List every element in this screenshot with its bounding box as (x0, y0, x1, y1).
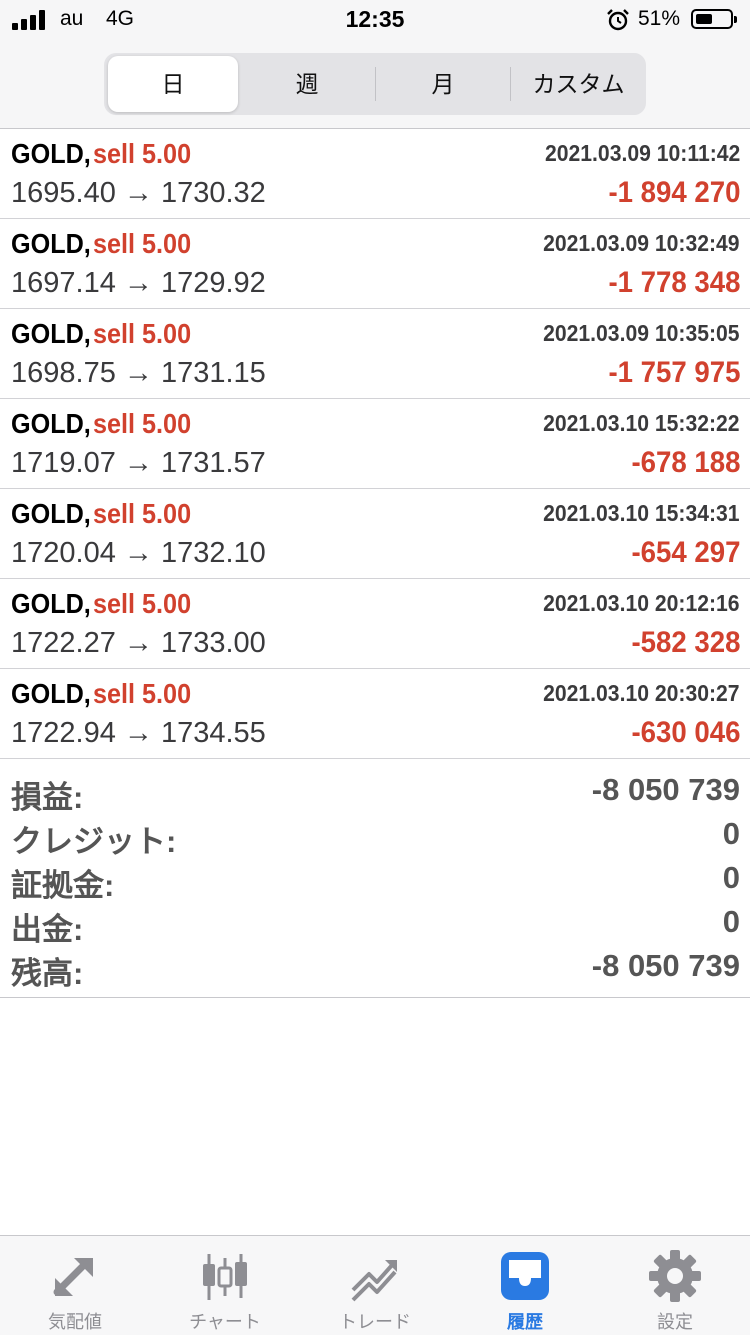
trade-row[interactable]: GOLD, sell 5.00 2021.03.09 10:32:49 1697… (0, 219, 750, 309)
trade-time: 2021.03.10 20:12:16 (543, 590, 740, 616)
trade-side: sell 5.00 (93, 408, 192, 439)
tab-chart[interactable]: チャート (150, 1236, 300, 1335)
trade-prices: 1720.04 → 1732.10 (11, 537, 266, 569)
battery-icon (691, 9, 737, 29)
summary-label: クレジット: (11, 824, 177, 859)
tab-settings[interactable]: 設定 (600, 1236, 750, 1335)
account-summary: 損益: -8 050 739 クレジット: 0 証拠金: 0 出金: 0 残高:… (0, 768, 750, 998)
summary-label: 出金: (11, 912, 84, 947)
summary-row-profit: 損益: -8 050 739 (0, 768, 750, 815)
trade-prices: 1695.40 → 1730.32 (11, 177, 266, 209)
summary-value: 0 (722, 904, 740, 939)
trade-side: sell 5.00 (93, 318, 192, 349)
trade-profit: -630 046 (631, 716, 740, 749)
trade-symbol: GOLD, (11, 498, 91, 529)
trade-prices: 1719.07 → 1731.57 (11, 447, 266, 479)
tab-history[interactable]: 履歴 (450, 1236, 600, 1335)
summary-row-balance: 残高: -8 050 739 (0, 944, 750, 991)
tab-label: 気配値 (48, 1312, 102, 1332)
gear-icon (649, 1250, 701, 1302)
trade-side: sell 5.00 (93, 678, 192, 709)
trade-symbol: GOLD, (11, 678, 91, 709)
alarm-clock-icon (607, 9, 629, 31)
candlestick-chart-icon (203, 1254, 247, 1300)
trade-row[interactable]: GOLD, sell 5.00 2021.03.09 10:11:42 1695… (0, 129, 750, 219)
trade-row[interactable]: GOLD, sell 5.00 2021.03.09 10:35:05 1698… (0, 309, 750, 399)
trade-profit: -1 757 975 (608, 356, 740, 389)
trade-side: sell 5.00 (93, 228, 192, 259)
trade-symbol: GOLD, (11, 138, 91, 169)
tab-label: トレード (339, 1312, 411, 1332)
summary-label: 損益: (11, 780, 84, 815)
segment-week[interactable]: 週 (240, 53, 374, 115)
trade-prices: 1697.14 → 1729.92 (11, 267, 266, 299)
top-header: au 4G 12:35 51% 日 週 月 カスタム (0, 0, 750, 129)
trade-time: 2021.03.09 10:11:42 (544, 140, 740, 166)
summary-value: -8 050 739 (591, 772, 740, 807)
tab-label: 設定 (657, 1312, 693, 1332)
period-segmented-control: 日 週 月 カスタム (104, 53, 646, 115)
trade-history-list: GOLD, sell 5.00 2021.03.09 10:11:42 1695… (0, 129, 750, 759)
summary-value: 0 (722, 816, 740, 851)
trade-symbol: GOLD, (11, 588, 91, 619)
trade-profit: -582 328 (631, 626, 740, 659)
tab-label: 履歴 (507, 1312, 543, 1332)
trade-time: 2021.03.09 10:32:49 (543, 230, 740, 256)
trade-symbol: GOLD, (11, 408, 91, 439)
trade-profit: -1 894 270 (608, 176, 740, 209)
trade-time: 2021.03.10 15:32:22 (543, 410, 740, 436)
trade-symbol: GOLD, (11, 228, 91, 259)
tab-trade[interactable]: トレード (300, 1236, 450, 1335)
trade-row[interactable]: GOLD, sell 5.00 2021.03.10 20:30:27 1722… (0, 669, 750, 759)
history-inbox-icon (501, 1252, 549, 1300)
trade-profit: -678 188 (631, 446, 740, 479)
summary-value: -8 050 739 (591, 948, 740, 983)
summary-label: 残高: (11, 956, 84, 991)
segment-custom[interactable]: カスタム (511, 53, 646, 115)
quotes-arrows-icon (53, 1258, 93, 1296)
summary-row-credit: クレジット: 0 (0, 812, 750, 859)
tab-quotes[interactable]: 気配値 (0, 1236, 150, 1335)
trade-symbol: GOLD, (11, 318, 91, 349)
summary-row-withdrawal: 出金: 0 (0, 900, 750, 947)
trade-time: 2021.03.10 15:34:31 (543, 500, 740, 526)
trade-trend-icon (351, 1260, 397, 1302)
trade-time: 2021.03.10 20:30:27 (543, 680, 740, 706)
trade-profit: -1 778 348 (608, 266, 740, 299)
summary-value: 0 (722, 860, 740, 895)
trade-profit: -654 297 (631, 536, 740, 569)
trade-time: 2021.03.09 10:35:05 (543, 320, 740, 346)
tab-label: チャート (189, 1312, 261, 1332)
segment-month[interactable]: 月 (376, 53, 510, 115)
trade-side: sell 5.00 (93, 498, 192, 529)
trade-prices: 1722.94 → 1734.55 (11, 717, 266, 749)
status-bar: au 4G 12:35 51% (0, 0, 750, 40)
summary-row-margin: 証拠金: 0 (0, 856, 750, 903)
bottom-tab-bar: 気配値 チャート トレード 履歴 設定 (0, 1235, 750, 1335)
trade-side: sell 5.00 (93, 588, 192, 619)
summary-label: 証拠金: (11, 868, 115, 903)
trade-row[interactable]: GOLD, sell 5.00 2021.03.10 15:34:31 1720… (0, 489, 750, 579)
trade-prices: 1722.27 → 1733.00 (11, 627, 266, 659)
trade-prices: 1698.75 → 1731.15 (11, 357, 266, 389)
trade-row[interactable]: GOLD, sell 5.00 2021.03.10 20:12:16 1722… (0, 579, 750, 669)
trade-side: sell 5.00 (93, 138, 192, 169)
battery-percent: 51% (638, 7, 681, 30)
segment-day[interactable]: 日 (108, 56, 238, 112)
trade-row[interactable]: GOLD, sell 5.00 2021.03.10 15:32:22 1719… (0, 399, 750, 489)
